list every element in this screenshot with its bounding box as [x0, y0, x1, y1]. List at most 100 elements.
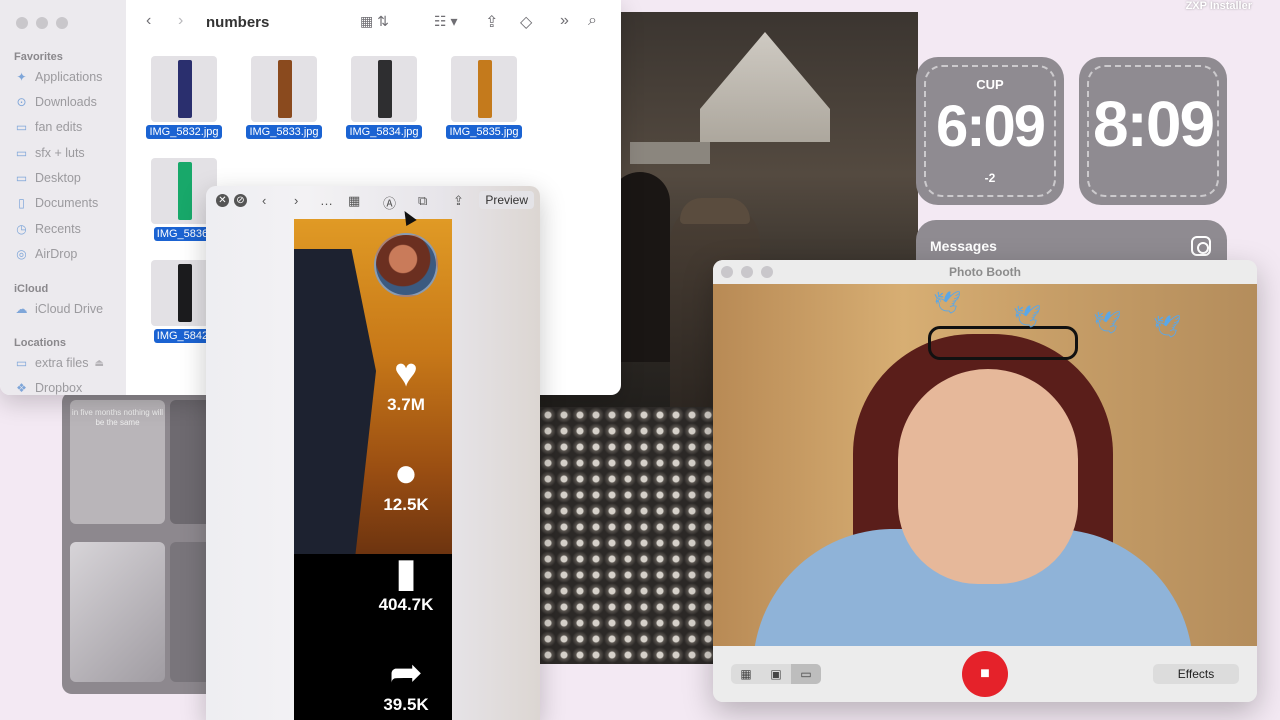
bird-effect-icon: 🕊	[1013, 304, 1041, 329]
more-toolbar-icon[interactable]: »	[560, 12, 569, 30]
comment-icon: ●	[393, 451, 419, 495]
record-button[interactable]: ■	[962, 651, 1008, 697]
comment-count: 12.5K	[383, 495, 429, 514]
folder-icon: ▭	[15, 120, 28, 134]
hat-shape	[680, 198, 750, 224]
file-name: IMG_5835.jpg	[446, 125, 522, 139]
four-up-mode-icon[interactable]: ▦	[731, 664, 761, 684]
finder-title: numbers	[206, 14, 270, 31]
file-thumbnail	[451, 56, 517, 122]
file-name: IMG_5834.jpg	[346, 125, 422, 139]
previous-icon[interactable]: ‹	[262, 193, 266, 208]
photo-booth-titlebar: Photo Booth	[713, 260, 1257, 284]
bookmark-icon: ▮	[394, 551, 417, 595]
grid-icon[interactable]: ▦	[348, 193, 360, 209]
search-icon[interactable]: ⌕	[588, 12, 597, 30]
file-thumbnail	[151, 56, 217, 122]
zoom-window-button[interactable]	[56, 17, 68, 29]
camera-feed: 🕊 🕊 🕊 🕊	[713, 284, 1257, 646]
sidebar-item-recents[interactable]: ◷ Recents	[14, 222, 81, 236]
avatar	[374, 233, 438, 297]
share-icon[interactable]: ⇪	[485, 12, 498, 32]
thumbnail-image	[378, 60, 392, 118]
capture-mode-selector: ▦ ▣ ▭	[731, 664, 821, 684]
share-icon[interactable]: ⇪	[453, 193, 464, 209]
sidebar-item-label: AirDrop	[35, 247, 78, 261]
sidebar-item-label: fan edits	[35, 120, 83, 134]
sign-shape	[630, 142, 710, 164]
file-item[interactable]: IMG_5833.jpg	[234, 56, 334, 140]
group-by-icon[interactable]: ☷ ▾	[434, 13, 457, 30]
messages-widget-title: Messages	[930, 238, 997, 254]
clock-time: 8:09	[1092, 88, 1215, 160]
clock-widget-local[interactable]: 8:09	[1079, 57, 1227, 205]
sidebar-item-label: iCloud Drive	[35, 302, 104, 316]
sidebar-item-label: Recents	[35, 222, 81, 236]
file-item[interactable]: IMG_5832.jpg	[134, 56, 234, 140]
view-mode-icon[interactable]: ▦ ⇅	[360, 13, 389, 30]
bird-effect-icon: 🕊	[1153, 314, 1181, 339]
folder-icon: ▭	[15, 146, 28, 160]
quicklook-toolbar: ✕ ⊘ ‹ › … ▦ Ⓐ ⧉ ⇪ Preview	[206, 186, 540, 216]
pin-card	[70, 542, 165, 682]
forward-button[interactable]: ›	[178, 12, 183, 30]
clock-offset: -2	[984, 171, 996, 185]
bookmark-stat: ▮ 404.7K	[294, 551, 518, 615]
minimize-window-button[interactable]	[36, 17, 48, 29]
sidebar-item-sfx-luts[interactable]: ▭ sfx + luts	[14, 146, 85, 160]
clock-city: CUP	[976, 77, 1004, 92]
back-button[interactable]: ‹	[146, 12, 151, 30]
pinterest-widget: in five months nothing will be the same	[62, 392, 222, 694]
glasses-shape	[928, 326, 1078, 360]
clock-widget-cupertino[interactable]: CUP 6:09 -2	[916, 57, 1064, 205]
airdrop-icon: ◎	[16, 247, 27, 261]
sidebar-item-extra-files[interactable]: ▭ extra files ⏏	[14, 356, 104, 370]
sidebar-item-label: Applications	[35, 70, 103, 84]
open-in-preview-button[interactable]: Preview	[479, 191, 534, 209]
applications-icon: ✦	[16, 70, 27, 84]
dropbox-icon: ❖	[16, 381, 27, 395]
sidebar-item-label: Desktop	[35, 171, 81, 185]
close-window-button[interactable]	[16, 17, 28, 29]
sidebar-item-fan-edits[interactable]: ▭ fan edits	[14, 120, 82, 134]
share-stat: ➦ 39.5K	[294, 651, 518, 715]
next-icon[interactable]: ›	[294, 193, 298, 208]
desktop-icon: ▭	[15, 171, 28, 185]
rotate-icon[interactable]: ⧉	[418, 193, 427, 209]
sidebar-item-label: extra files	[35, 356, 89, 370]
documents-icon: ▯	[18, 196, 25, 210]
sidebar-item-downloads[interactable]: ⊙ Downloads	[14, 95, 96, 109]
file-item[interactable]: IMG_5834.jpg	[334, 56, 434, 140]
face-shape	[898, 369, 1078, 584]
sidebar-heading-favorites: Favorites	[14, 51, 63, 63]
effects-button[interactable]: Effects	[1153, 664, 1239, 684]
sidebar-item-label: sfx + luts	[35, 146, 85, 160]
sidebar-item-applications[interactable]: ✦ Applications	[14, 70, 102, 84]
finder-sidebar: Favorites ✦ Applications ⊙ Downloads ▭ fan …	[0, 0, 126, 395]
fullscreen-icon[interactable]: ⊘	[234, 194, 247, 207]
tag-icon[interactable]: ◇	[520, 12, 532, 32]
video-mode-icon[interactable]: ▭	[791, 664, 821, 684]
thumbnail-image	[178, 162, 192, 220]
sidebar-item-icloud-drive[interactable]: ☁ iCloud Drive	[14, 302, 104, 316]
file-name: IMG_5833.jpg	[246, 125, 322, 139]
recents-icon: ◷	[16, 222, 27, 236]
bookmark-count: 404.7K	[378, 595, 434, 614]
sidebar-item-desktop[interactable]: ▭ Desktop	[14, 171, 81, 185]
sidebar-item-documents[interactable]: ▯ Documents	[14, 196, 98, 210]
window-controls	[16, 17, 68, 29]
video-camera-icon: ■	[980, 665, 990, 682]
markup-icon[interactable]: Ⓐ	[383, 193, 396, 212]
quicklook-window: ✕ ⊘ ‹ › … ▦ Ⓐ ⧉ ⇪ Preview ♥ 3.7M ● 12.5K…	[206, 186, 540, 720]
eject-icon[interactable]: ⏏	[95, 358, 104, 369]
window-title: Photo Booth	[949, 265, 1021, 279]
pin-card-quote: in five months nothing will be the same	[70, 400, 165, 524]
close-icon[interactable]: ✕	[216, 194, 229, 207]
file-item[interactable]: IMG_5835.jpg	[434, 56, 534, 140]
sidebar-heading-locations: Locations	[14, 337, 66, 349]
sidebar-item-dropbox[interactable]: ❖ Dropbox	[14, 381, 82, 395]
sidebar-item-airdrop[interactable]: ◎ AirDrop	[14, 247, 77, 261]
share-arrow-icon: ➦	[389, 651, 423, 695]
more-icon[interactable]: …	[320, 193, 333, 208]
still-photo-mode-icon[interactable]: ▣	[761, 664, 791, 684]
